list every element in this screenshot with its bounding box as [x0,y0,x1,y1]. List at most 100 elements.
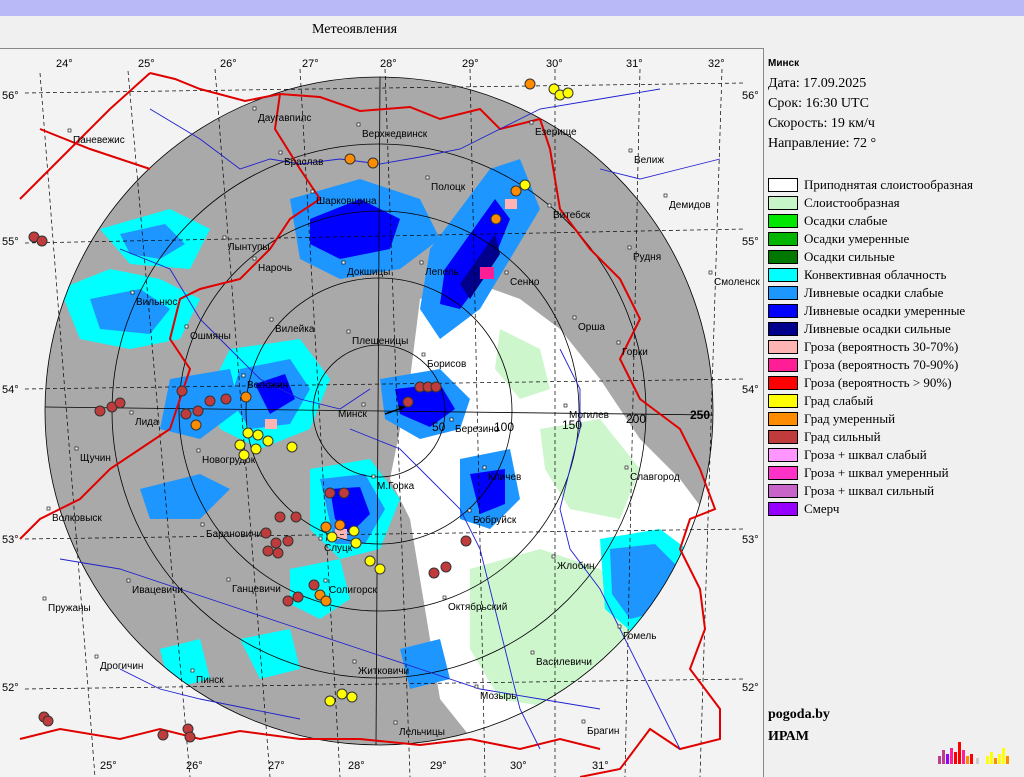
longitude-label: 26° [186,760,203,772]
city-label: Сенно [510,277,540,288]
phenomenon-marker [204,395,216,407]
phenomenon-marker [240,391,252,403]
phenomenon-marker [308,579,320,591]
city-label: Пинск [196,675,224,686]
city-label: Паневежис [73,135,125,146]
legend-swatch [768,304,798,318]
city-marker [278,150,283,155]
top-bar [0,0,1024,16]
phenomenon-marker [460,535,472,547]
legend-item: Осадки умеренные [768,230,973,248]
phenomenon-marker [364,555,376,567]
legend-item: Гроза (вероятность 70-90%) [768,356,973,374]
city-marker [74,446,79,451]
latitude-label: 56° [742,90,759,102]
phenomenon-marker [282,595,294,607]
city-marker [421,352,426,357]
city-marker [200,522,205,527]
radar-map[interactable]: 50 100 150 200 250 24° 25° 26° 27° 28° 29° 30° 31° 3… [0,49,763,777]
station-info: Минск Дата: 17.09.2025 Срок: 16:30 UTC С… [768,54,876,154]
longitude-labels-bottom: 25° 26° 27° 28° 29° 30° 31° [100,760,609,772]
city-label: Бобруйск [473,514,517,526]
latitude-label: 52° [2,682,19,694]
city-label: Гомель [623,631,656,642]
legend-label: Гроза (вероятность 30-70%) [804,339,959,354]
city-marker [563,403,568,408]
city-label: Дрогичин [100,661,143,672]
longitude-label: 24° [56,58,73,70]
city-label: Лынтупы [228,242,270,253]
thunder-cell [480,267,494,279]
city-marker [474,684,479,689]
phenomenon-marker [334,519,346,531]
legend-swatch [768,466,798,480]
phenomenon-marker [94,405,106,417]
city-label: Березино [455,424,500,435]
city-label: Славгород [630,472,680,483]
brand-site[interactable]: pogoda.by [768,704,830,726]
thunder-cell [505,199,517,209]
city-marker [341,260,346,265]
city-marker [482,465,487,470]
city-label: Мозырь [480,691,516,702]
phenomenon-marker [192,405,204,417]
city-marker [196,448,201,453]
city-marker [184,324,189,329]
city-marker [628,148,633,153]
legend-swatch [768,484,798,498]
phenomenon-marker [348,525,360,537]
city-marker [356,122,361,127]
city-marker [708,270,713,275]
city-label: Ивацевичи [132,585,183,596]
latitude-labels-right: 56° 55° 54° 53° 52° [742,90,759,694]
branding: pogoda.by ИРАМ [768,704,830,748]
city-marker [504,270,509,275]
city-marker [252,256,257,261]
phenomenon-marker [324,695,336,707]
city-label: Верхнедвинск [362,129,428,140]
city-marker [419,260,424,265]
legend-label: Осадки сильные [804,249,895,264]
latitude-label: 54° [2,384,19,396]
city-marker [393,720,398,725]
legend-label: Осадки умеренные [804,231,910,246]
brand-logo-icon [938,742,1009,764]
phenomenon-marker [42,715,54,727]
legend-label: Гроза + шквал сильный [804,483,935,498]
city-marker [627,245,632,250]
city-marker [42,596,47,601]
phenomenon-marker [524,78,536,90]
phenomenon-marker [346,691,358,703]
phenomenon-marker [326,531,338,543]
longitude-label: 25° [100,760,117,772]
phenomenon-marker [252,429,264,441]
legend-item: Смерч [768,500,973,518]
city-marker [616,340,621,345]
station-city: Минск [768,58,800,69]
legend-label: Осадки слабые [804,213,888,228]
latitude-label: 55° [2,236,19,248]
city-label: Лельчицы [399,727,445,738]
city-marker [190,668,195,673]
longitude-label: 30° [510,760,527,772]
phenomenon-marker [338,487,350,499]
phenomenon-marker [320,521,332,533]
station-date: Дата: 17.09.2025 [768,76,867,91]
range-label: 200 [626,412,646,426]
phenomenon-marker [490,213,502,225]
phenomenon-marker [114,397,126,409]
city-marker [547,203,552,208]
legend: Приподнятая слоистообразная Слоистообразн… [768,176,973,518]
phenomenon-marker [180,408,192,420]
legend-item: Гроза (вероятность > 90%) [768,374,973,392]
legend-label: Гроза + шквал умеренный [804,465,949,480]
city-marker [352,659,357,664]
longitude-label: 27° [302,58,319,70]
latitude-label: 53° [2,534,19,546]
legend-swatch [768,214,798,228]
city-marker [226,577,231,582]
phenomenon-marker [367,157,379,169]
legend-label: Ливневые осадки сильные [804,321,951,336]
longitude-label: 29° [462,58,479,70]
map-title: Метеоявления [312,22,398,37]
